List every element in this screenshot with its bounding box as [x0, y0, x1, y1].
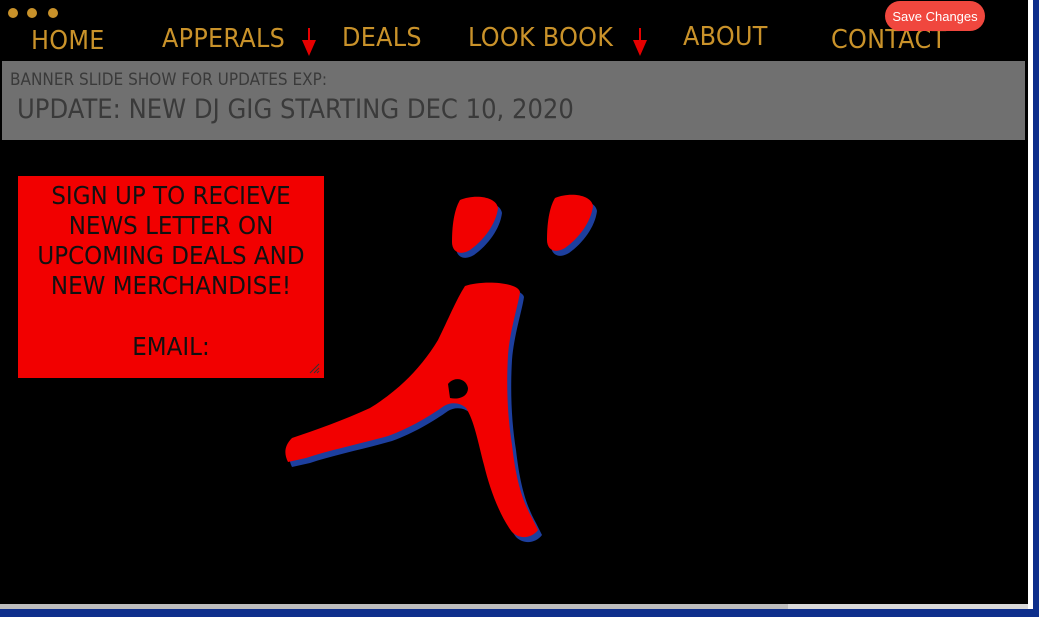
update-banner: BANNER SLIDE SHOW FOR UPDATES EXP: UPDAT…	[2, 61, 1025, 140]
window-dot-icon[interactable]	[27, 8, 37, 18]
scrollbar-thumb[interactable]	[0, 604, 788, 609]
a-umlaut-logo	[285, 194, 597, 543]
window-dot-icon[interactable]	[48, 8, 58, 18]
browser-frame: HOME APPERALS DEALS LOOK BOOK ABOUT CONT…	[0, 0, 1033, 609]
nav-about[interactable]: ABOUT	[683, 22, 768, 52]
down-arrow-icon[interactable]	[301, 26, 317, 56]
save-changes-button[interactable]: Save Changes	[885, 1, 985, 31]
nav-deals[interactable]: DEALS	[342, 23, 422, 53]
down-arrow-icon[interactable]	[632, 26, 648, 56]
banner-update-text: UPDATE: NEW DJ GIG STARTING DEC 10, 2020	[17, 94, 574, 125]
nav-look-book[interactable]: LOOK BOOK	[468, 23, 613, 53]
banner-label: BANNER SLIDE SHOW FOR UPDATES EXP:	[10, 70, 327, 90]
window-dot-icon[interactable]	[8, 8, 18, 18]
page-canvas: HOME APPERALS DEALS LOOK BOOK ABOUT CONT…	[0, 0, 1028, 604]
nav-apperals[interactable]: APPERALS	[162, 24, 285, 54]
horizontal-scrollbar[interactable]	[0, 604, 1028, 609]
nav-home[interactable]: HOME	[31, 26, 105, 56]
